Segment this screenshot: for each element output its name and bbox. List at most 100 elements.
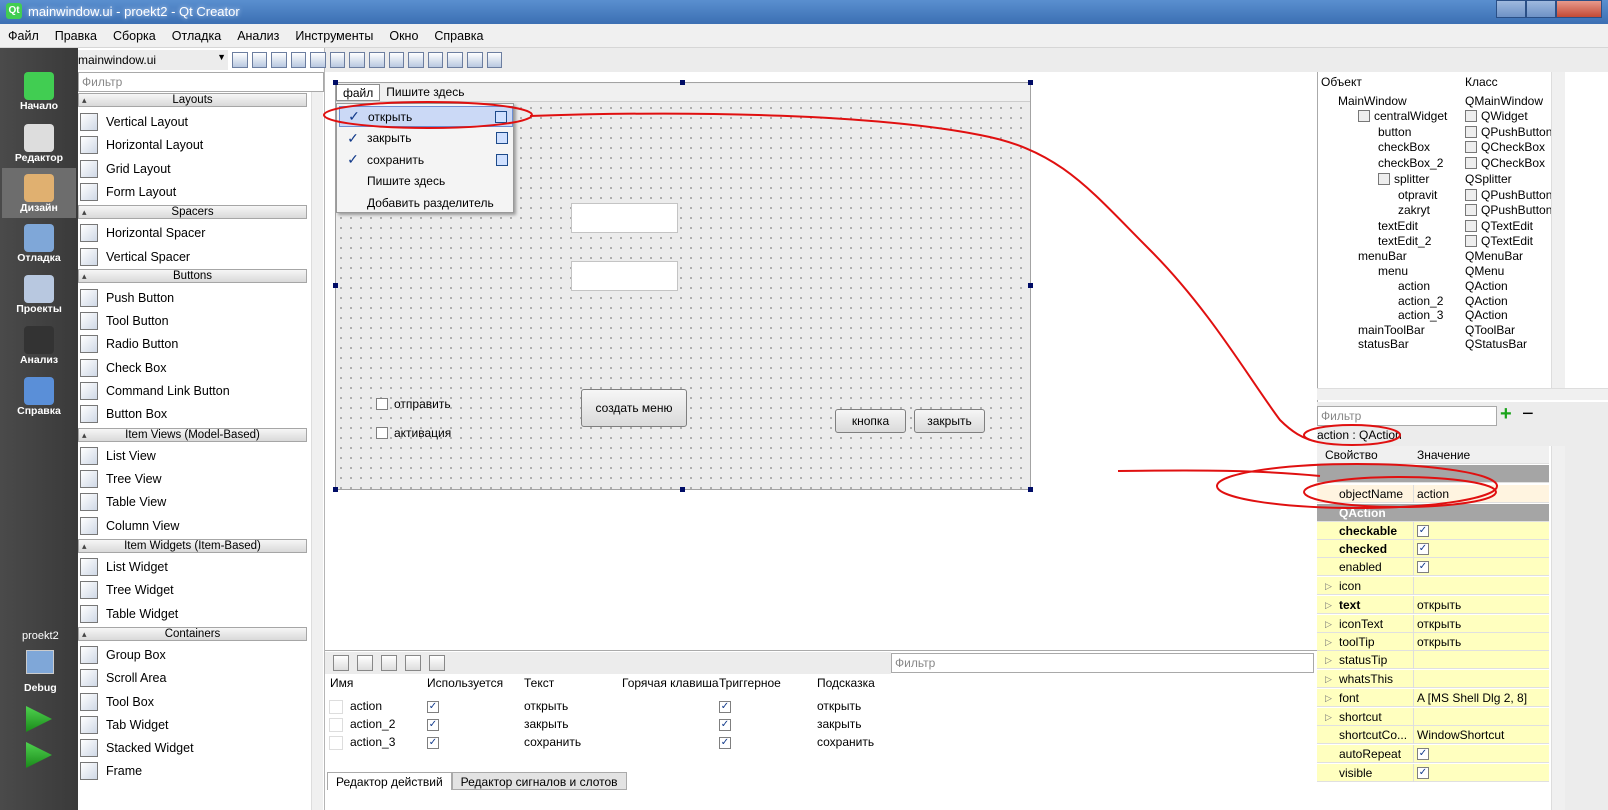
- widget-item-list-widget[interactable]: List Widget: [80, 555, 308, 578]
- layout-grid-icon[interactable]: [447, 52, 463, 68]
- object-tree-item[interactable]: centralWidget: [1358, 109, 1447, 124]
- checkable-checkbox[interactable]: ✓: [719, 701, 731, 713]
- close-form-button[interactable]: закрыть: [914, 409, 985, 433]
- computer-icon[interactable]: [26, 650, 54, 674]
- expand-icon[interactable]: ▷: [1325, 670, 1332, 688]
- widget-item-push-button[interactable]: Push Button: [80, 286, 308, 309]
- paste-action-icon[interactable]: [381, 655, 397, 671]
- widget-category-0[interactable]: Layouts: [78, 93, 307, 107]
- widget-item-vertical-spacer[interactable]: Vertical Spacer: [80, 245, 308, 268]
- widget-item-button-box[interactable]: Button Box: [80, 402, 308, 425]
- selection-handle[interactable]: [1028, 283, 1033, 288]
- property-row-tooltip[interactable]: ▷ toolTip открыть: [1317, 633, 1549, 651]
- widget-category-5[interactable]: Containers: [78, 627, 307, 641]
- widget-filter-input[interactable]: Фильтр: [78, 72, 324, 92]
- widget-item-frame[interactable]: Frame: [80, 759, 308, 782]
- action-col-header-5[interactable]: Подсказка: [817, 676, 875, 690]
- copy-action-icon[interactable]: [357, 655, 373, 671]
- action-col-header-2[interactable]: Текст: [524, 676, 554, 690]
- widget-category-4[interactable]: Item Widgets (Item-Based): [78, 539, 307, 553]
- mode-design[interactable]: Дизайн: [2, 168, 76, 218]
- menu-0[interactable]: Файл: [0, 24, 47, 47]
- selection-handle[interactable]: [1028, 487, 1033, 492]
- widget-item-vertical-layout[interactable]: Vertical Layout: [80, 110, 308, 133]
- menu-type-here[interactable]: Пишите здесь: [380, 84, 470, 101]
- widget-item-tree-widget[interactable]: Tree Widget: [80, 578, 308, 601]
- object-col-header-1[interactable]: Класс: [1465, 75, 1498, 89]
- property-checkbox[interactable]: ✓: [1417, 748, 1429, 760]
- widget-item-check-box[interactable]: Check Box: [80, 356, 308, 379]
- widget-item-tool-button[interactable]: Tool Button: [80, 309, 308, 332]
- property-checkbox[interactable]: ✓: [1417, 561, 1429, 573]
- object-inspector-vscrollbar[interactable]: [1551, 72, 1565, 388]
- submenu-icon[interactable]: [495, 110, 507, 123]
- used-checkbox[interactable]: ✓: [427, 737, 439, 749]
- widget-item-table-widget[interactable]: Table Widget: [80, 602, 308, 625]
- new-action-icon[interactable]: [333, 655, 349, 671]
- bottom-tab-0[interactable]: Редактор действий: [327, 772, 452, 790]
- bottom-tab-1[interactable]: Редактор сигналов и слотов: [451, 772, 627, 790]
- bring-to-front-icon[interactable]: [251, 52, 268, 68]
- object-tree-item[interactable]: MainWindow: [1338, 94, 1407, 109]
- run-icon[interactable]: [26, 706, 52, 732]
- menu-item-1[interactable]: ✓ закрыть: [339, 128, 513, 149]
- property-row-objectname[interactable]: objectName action: [1317, 485, 1549, 503]
- selection-handle[interactable]: [680, 80, 685, 85]
- expand-icon[interactable]: ▷: [1325, 651, 1332, 669]
- knopka-button[interactable]: кнопка: [835, 409, 906, 433]
- object-tree-item[interactable]: action: [1398, 279, 1430, 294]
- widget-item-form-layout[interactable]: Form Layout: [80, 180, 308, 203]
- action-col-header-0[interactable]: Имя: [330, 676, 353, 690]
- action-row[interactable]: action ✓ открыть ✓ открыть: [327, 699, 1317, 717]
- mode-qt-logo[interactable]: Начало: [2, 66, 76, 116]
- mode-help[interactable]: Справка: [2, 371, 76, 421]
- submenu-icon[interactable]: [496, 153, 508, 166]
- menu-item-2[interactable]: ✓ сохранить: [339, 149, 513, 170]
- widget-category-3[interactable]: Item Views (Model-Based): [78, 428, 307, 442]
- checkable-checkbox[interactable]: ✓: [719, 719, 731, 731]
- widget-item-group-box[interactable]: Group Box: [80, 643, 308, 666]
- widget-item-grid-layout[interactable]: Grid Layout: [80, 157, 308, 180]
- property-row-qaction[interactable]: QAction: [1317, 504, 1549, 522]
- send-to-back-icon[interactable]: [232, 52, 248, 68]
- property-value[interactable]: A [MS Shell Dlg 2, 8]: [1417, 689, 1527, 707]
- adjust-size-icon[interactable]: [486, 52, 503, 68]
- object-tree-item[interactable]: otpravit: [1398, 188, 1437, 203]
- menu-4[interactable]: Анализ: [229, 24, 287, 47]
- property-filter-input[interactable]: Фильтр: [1317, 406, 1497, 426]
- qobject-group-header[interactable]: [1317, 465, 1549, 483]
- widget-item-tool-box[interactable]: Tool Box: [80, 690, 308, 713]
- property-value[interactable]: открыть: [1417, 633, 1461, 651]
- close-button[interactable]: [1556, 0, 1602, 18]
- widget-item-column-view[interactable]: Column View: [80, 514, 308, 537]
- widget-category-2[interactable]: Buttons: [78, 269, 307, 283]
- split-vertical-icon[interactable]: [408, 52, 424, 68]
- action-filter-input[interactable]: Фильтр: [891, 653, 1314, 673]
- selection-handle[interactable]: [333, 283, 338, 288]
- expand-icon[interactable]: ▷: [1325, 633, 1332, 651]
- object-tree-item[interactable]: textEdit: [1378, 219, 1418, 234]
- mode-analyze[interactable]: Анализ: [2, 320, 76, 370]
- minimize-button[interactable]: [1496, 0, 1526, 18]
- property-col-header[interactable]: Свойство: [1325, 446, 1378, 464]
- action-col-header-1[interactable]: Используется: [427, 676, 503, 690]
- object-tree-item[interactable]: mainToolBar: [1358, 323, 1425, 338]
- menu-item-3[interactable]: Пишите здесь: [339, 171, 513, 192]
- value-col-header[interactable]: Значение: [1417, 446, 1470, 464]
- selection-handle[interactable]: [680, 487, 685, 492]
- mode-debug[interactable]: Отладка: [2, 218, 76, 268]
- widget-item-table-view[interactable]: Table View: [80, 490, 308, 513]
- delete-action-icon[interactable]: [405, 655, 421, 671]
- add-dynamic-property-icon[interactable]: +: [1500, 404, 1518, 424]
- edit-buddies-icon[interactable]: [310, 52, 326, 68]
- property-scrollbar[interactable]: [1551, 446, 1565, 810]
- property-row-shortcutco-[interactable]: shortcutCo... WindowShortcut: [1317, 726, 1549, 744]
- layout-horizontal-icon[interactable]: [349, 52, 366, 68]
- menu-item-4[interactable]: Добавить разделитель: [339, 192, 513, 213]
- layout-form-icon[interactable]: [427, 52, 444, 68]
- edit-tab-order-icon[interactable]: [329, 52, 346, 68]
- property-row-checkable[interactable]: checkable ✓: [1317, 522, 1549, 540]
- widget-box-scrollbar[interactable]: [311, 92, 323, 810]
- edit-signals-icon[interactable]: [290, 52, 307, 68]
- widget-item-list-view[interactable]: List View: [80, 444, 308, 467]
